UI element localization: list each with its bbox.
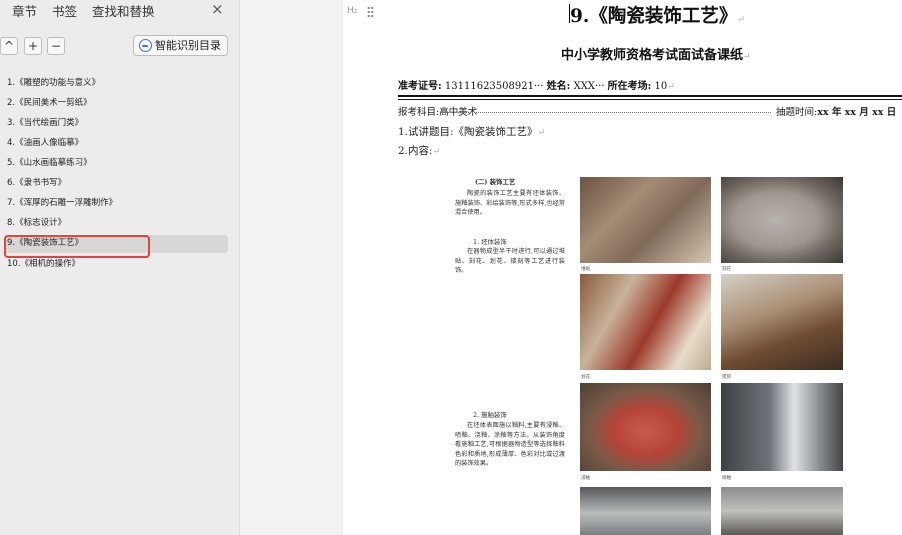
smart-toc-button[interactable]: 智能识别目录 [133, 35, 228, 56]
scan-text: 在坯体表面施以釉料,主要有浸釉、喷釉、浇釉、涂釉等方法。从装饰角度看施釉工艺,可… [455, 422, 565, 468]
chevron-up-icon: ^ [3, 39, 15, 53]
toc-item[interactable]: 2.《民间美术一剪纸》 [7, 97, 92, 110]
photo-bottom-left [580, 487, 711, 535]
canvas-gutter [240, 0, 343, 535]
tab-bookmarks[interactable]: 书签 [52, 1, 77, 20]
smart-recognize-icon [139, 39, 152, 52]
paragraph-mark-icon: ↵ [737, 15, 745, 25]
toc-item[interactable]: 5.《山水画临摹练习》 [7, 157, 92, 170]
photo-caption: 划花 [581, 375, 590, 380]
document-title[interactable]: 9.《陶瓷装饰工艺》↵ [570, 2, 745, 28]
candidate-name: XXX [573, 81, 595, 92]
scan-subheading: 2. 施釉装饰 [473, 411, 507, 419]
heading-level-marker: H₂ [347, 6, 358, 16]
toc-item[interactable]: 3.《当代绘画门类》 [7, 117, 83, 130]
toc-item[interactable]: 8.《标志设计》 [7, 217, 66, 230]
draw-time[interactable]: 抽题时间:xx 年 xx 月 xx 日 [776, 104, 896, 118]
photo-caption: 堆贴 [581, 267, 590, 272]
add-heading-button[interactable]: + [24, 37, 42, 55]
divider-thin [398, 99, 902, 100]
photo-glaze-spraying [721, 383, 843, 471]
document-subtitle[interactable]: 中小学教师资格考试面试备课纸↵ [561, 44, 751, 63]
photo-vase-painting [580, 274, 711, 370]
candidate-info-line[interactable]: 准考证号: 13111623508921··· 姓名: XXX··· 所在考场:… [398, 77, 675, 92]
photo-caption: 浸釉 [581, 476, 590, 481]
toc-item-selected[interactable]: 9.《陶瓷装饰工艺》 [7, 237, 83, 250]
leader-dots [441, 112, 771, 113]
toc-item[interactable]: 10.《相机的操作》 [7, 258, 80, 271]
toc-item[interactable]: 1.《雕塑的功能与意义》 [7, 77, 100, 90]
minus-icon: − [50, 39, 62, 53]
scan-intro-text: 陶瓷的装饰工艺主要有坯体装饰、施釉装饰、彩绘装饰等,形式多样,也经常混合使用。 [455, 190, 565, 217]
content-label[interactable]: 2.内容:↵ [398, 143, 440, 158]
photo-pierced-vase [721, 274, 843, 370]
collapse-button[interactable]: ^ [0, 37, 18, 55]
sidebar-tabs: 章节 书签 查找和替换 [0, 0, 240, 20]
plus-icon: + [27, 39, 39, 53]
exam-room: 10 [654, 81, 668, 92]
lecture-topic[interactable]: 1.试讲题目:《陶瓷装饰工艺》↵ [398, 124, 545, 139]
photo-bottom-right [721, 487, 843, 535]
scan-text: 在器物成型半干时进行,可以通过堆贴、刻花、划花、镂刻等工艺进行装饰。 [455, 248, 565, 275]
photo-caption: 镂刻 [722, 375, 731, 380]
document-page[interactable]: H₂ 9.《陶瓷装饰工艺》↵ 中小学教师资格考试面试备课纸↵ 准考证号: 131… [343, 0, 902, 535]
smart-toc-label: 智能识别目录 [155, 39, 221, 52]
photo-caption: 喷釉 [722, 476, 731, 481]
exam-number: 13111623508921 [444, 81, 534, 92]
photo-carved-plate [721, 177, 843, 263]
outline-sidebar: 章节 书签 查找和替换 × ^ + − 智能识别目录 1.《雕塑的功能与意义》 … [0, 0, 240, 535]
divider-thick [398, 95, 902, 97]
drag-handle-icon[interactable] [367, 6, 374, 18]
photo-caption: 刻花 [722, 267, 731, 272]
remove-heading-button[interactable]: − [47, 37, 65, 55]
tab-find-replace[interactable]: 查找和替换 [92, 1, 155, 20]
scan-subheading: 1. 坯体装饰 [473, 238, 507, 246]
toc-item[interactable]: 7.《浑厚的石雕一浮雕制作》 [7, 197, 117, 210]
toc-item[interactable]: 6.《隶书书写》 [7, 177, 66, 190]
photo-carving [580, 177, 711, 263]
photo-glaze-dipping [580, 383, 711, 471]
toc-item[interactable]: 4.《油画人像临摹》 [7, 137, 83, 150]
close-icon[interactable]: × [211, 0, 224, 18]
tab-chapters[interactable]: 章节 [12, 1, 37, 20]
scan-section-heading: (二) 装饰工艺 [475, 178, 516, 186]
